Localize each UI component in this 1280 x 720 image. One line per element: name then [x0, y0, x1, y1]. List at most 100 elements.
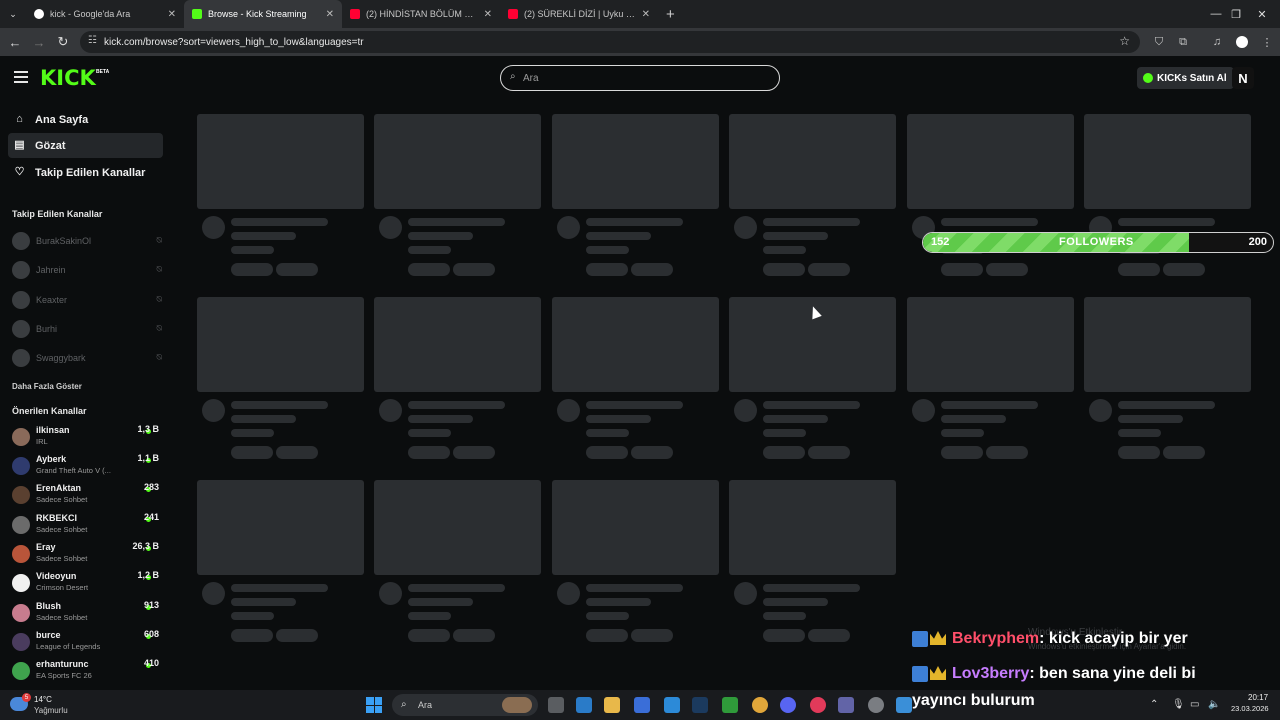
clock-date[interactable]: 23.03.2026: [1231, 704, 1269, 713]
tab-search-button[interactable]: ⌄: [0, 2, 26, 26]
discord-icon[interactable]: [780, 697, 796, 713]
channel-avatar: [12, 428, 30, 446]
category-placeholder: [408, 612, 451, 620]
media-control-icon[interactable]: ♫: [1209, 34, 1225, 50]
subscriber-badge-icon: [912, 631, 928, 647]
stream-card-skeleton[interactable]: [907, 297, 1074, 462]
hamburger-menu-icon[interactable]: [14, 71, 28, 83]
close-window-button[interactable]: ✕: [1242, 0, 1280, 28]
followed-channel-item[interactable]: Keaxter ⍉: [12, 290, 162, 310]
browser-tab-youtube-2[interactable]: (2) SÜREKLİ DİZİ | Uyku Döngüs ✕: [500, 0, 658, 28]
channel-name: burce: [36, 630, 61, 640]
stream-card-skeleton[interactable]: [907, 114, 1074, 279]
stream-card-skeleton[interactable]: [1084, 297, 1251, 462]
mail-icon[interactable]: [664, 697, 680, 713]
followed-channel-item[interactable]: Jahrein ⍉: [12, 260, 162, 280]
clock-time[interactable]: 20:17: [1248, 693, 1268, 702]
recommended-channel-item[interactable]: burce League of Legends 608: [12, 628, 162, 656]
shield-extension-icon[interactable]: ⛉: [1151, 34, 1167, 50]
recommended-channel-item[interactable]: Ayberk Grand Theft Auto V (... 1,1 B: [12, 452, 162, 480]
channel-placeholder: [763, 232, 828, 240]
extensions-icon[interactable]: ⧉: [1175, 34, 1191, 50]
close-icon[interactable]: ✕: [326, 9, 334, 20]
sidebar-item-browse[interactable]: ▤ Gözat: [8, 133, 163, 158]
title-placeholder: [763, 218, 860, 226]
tag-placeholder: [986, 446, 1028, 459]
stream-card-skeleton[interactable]: [197, 480, 364, 645]
followers-progress-fill: [923, 233, 1189, 252]
recommended-channel-item[interactable]: erhanturunc EA Sports FC 26 410: [12, 657, 162, 685]
stream-card-skeleton[interactable]: [374, 297, 541, 462]
teams-icon[interactable]: [838, 697, 854, 713]
chat-message: Bekryphem : kick acayip bir yer: [912, 630, 1188, 648]
close-icon[interactable]: ✕: [642, 9, 650, 20]
recommended-channel-item[interactable]: ErenAktan Sadece Sohbet 283: [12, 481, 162, 509]
channel-placeholder: [408, 598, 473, 606]
followed-channel-item[interactable]: Swaggybark ⍉: [12, 348, 162, 368]
recommended-channel-item[interactable]: RKBEKCI Sadece Sohbet 241: [12, 511, 162, 539]
widgets-icon[interactable]: [576, 697, 592, 713]
recommended-channel-item[interactable]: Eray Sadece Sohbet 26,3 B: [12, 540, 162, 568]
xbox-icon[interactable]: [722, 697, 738, 713]
stream-card-skeleton[interactable]: [1084, 114, 1251, 279]
taskbar-search-input[interactable]: ⌕ Ara: [392, 694, 538, 716]
tray-chevron-icon[interactable]: ⌃: [1150, 699, 1158, 710]
stream-card-skeleton[interactable]: [729, 297, 896, 462]
browser-tab-kick[interactable]: Browse - Kick Streaming ✕: [184, 0, 342, 28]
stream-card-skeleton[interactable]: [552, 297, 719, 462]
back-arrow-icon[interactable]: ←: [3, 30, 27, 54]
steam-icon[interactable]: [692, 697, 708, 713]
stream-card-skeleton[interactable]: [552, 114, 719, 279]
followed-channel-item[interactable]: Burhi ⍉: [12, 319, 162, 339]
settings-icon[interactable]: [868, 697, 884, 713]
vpn-icon[interactable]: [896, 697, 912, 713]
recommended-channel-item[interactable]: Blush Sadece Sohbet 913: [12, 599, 162, 627]
browser-menu-icon[interactable]: ⋮: [1259, 34, 1275, 50]
kick-logo[interactable]: KICK: [40, 68, 96, 89]
sidebar-item-following[interactable]: ♡ Takip Edilen Kanallar: [8, 160, 163, 185]
task-view-icon[interactable]: [548, 697, 564, 713]
forward-arrow-icon[interactable]: →: [27, 30, 51, 54]
stream-card-skeleton[interactable]: [729, 114, 896, 279]
new-tab-button[interactable]: +: [658, 6, 683, 23]
user-avatar[interactable]: N: [1232, 67, 1254, 89]
close-icon[interactable]: ✕: [484, 9, 492, 20]
show-more-link[interactable]: Daha Fazla Göster: [12, 382, 82, 391]
thumbnail-placeholder: [729, 114, 896, 209]
windows-start-icon[interactable]: [366, 697, 382, 713]
crown-icon: [930, 631, 946, 645]
store-icon[interactable]: [634, 697, 650, 713]
offline-icon: ⍉: [156, 294, 162, 304]
close-icon[interactable]: ✕: [168, 9, 176, 20]
media-player-icon[interactable]: [810, 697, 826, 713]
channel-name: Ayberk: [36, 454, 67, 464]
weather-widget[interactable]: 5 14°C Yağmurlu: [10, 693, 80, 717]
display-icon[interactable]: ▭: [1190, 699, 1199, 710]
stream-card-skeleton[interactable]: [729, 480, 896, 645]
recommended-channel-item[interactable]: Videoyun Crimson Desert 1,2 B: [12, 569, 162, 597]
followed-channel-item[interactable]: BurakSakinOl ⍉: [12, 231, 162, 251]
bookmark-star-icon[interactable]: ☆: [1119, 34, 1130, 48]
microphone-icon[interactable]: 🎙: [1172, 699, 1185, 710]
chrome-icon[interactable]: [752, 697, 768, 713]
search-input[interactable]: ⌕ Ara: [500, 65, 780, 91]
buy-kicks-button[interactable]: KICKs Satın Al: [1137, 67, 1234, 89]
stream-card-skeleton[interactable]: [374, 114, 541, 279]
stream-card-skeleton[interactable]: [197, 297, 364, 462]
viewer-count: 608: [143, 629, 159, 639]
browser-tab-youtube-1[interactable]: (2) HİNDİSTAN BÖLÜM 2: VARA ✕: [342, 0, 500, 28]
recommended-channel-item[interactable]: ilkinsan IRL 1,3 B: [12, 423, 162, 451]
site-info-icon[interactable]: ☷: [88, 35, 97, 46]
sidebar-item-home[interactable]: ⌂ Ana Sayfa: [8, 107, 163, 132]
stream-card-skeleton[interactable]: [197, 114, 364, 279]
stream-card-skeleton[interactable]: [552, 480, 719, 645]
browser-tab-google[interactable]: kick - Google'da Ara ✕: [26, 0, 184, 28]
file-explorer-icon[interactable]: [604, 697, 620, 713]
avatar-placeholder: [202, 582, 225, 605]
stream-card-skeleton[interactable]: [374, 480, 541, 645]
reload-icon[interactable]: ↻: [51, 30, 75, 54]
chat-username: Bekryphem: [952, 630, 1040, 647]
volume-icon[interactable]: 🔈: [1208, 699, 1220, 710]
url-field[interactable]: ☷ kick.com/browse?sort=viewers_high_to_l…: [80, 31, 1140, 53]
profile-icon[interactable]: [1234, 34, 1250, 50]
